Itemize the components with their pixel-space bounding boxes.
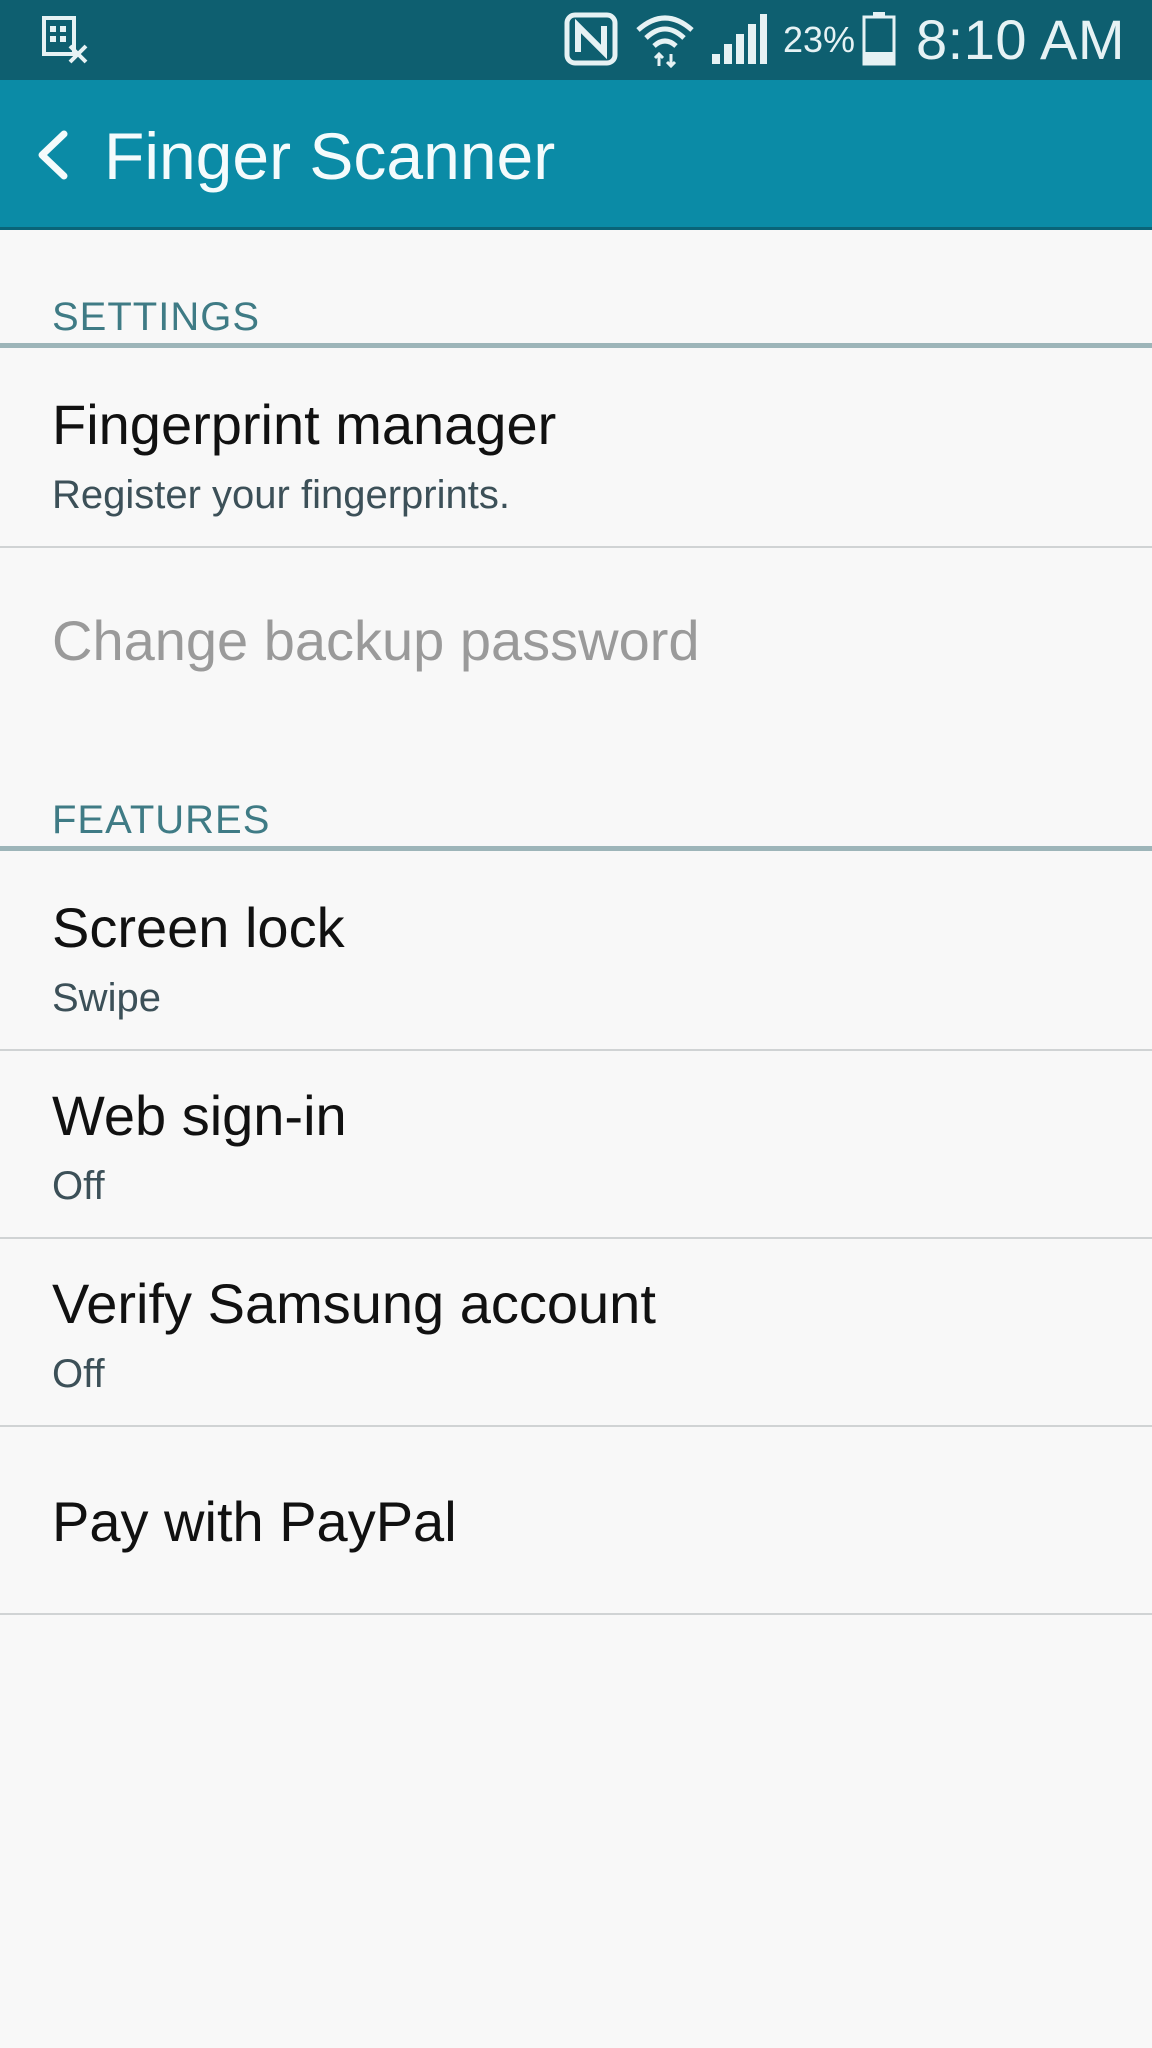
clock: 8:10 AM [916, 8, 1125, 71]
section-label: FEATURES [52, 798, 271, 842]
battery-icon [862, 12, 896, 66]
battery-percentage: 23% [783, 19, 856, 60]
section-header-settings: SETTINGS [0, 292, 1152, 348]
list-item-change-backup-password[interactable]: Change backup password [0, 548, 1152, 724]
list-item-title: Web sign-in [52, 1084, 347, 1147]
signal-icon [712, 14, 767, 64]
app-bar: Finger Scanner [0, 80, 1152, 230]
page-title: Finger Scanner [104, 119, 556, 193]
list-item-subtitle: Off [52, 1164, 105, 1208]
section-header-features: FEATURES [0, 795, 1152, 851]
nfc-icon [564, 12, 618, 66]
status-bar: 23% 8:10 AM [0, 0, 1152, 80]
section-divider [0, 343, 1152, 348]
list-item-title: Verify Samsung account [52, 1272, 656, 1335]
chevron-left-icon [38, 130, 68, 180]
list-item-fingerprint-manager[interactable]: Fingerprint manager Register your finger… [0, 358, 1152, 548]
list-item-verify-samsung-account[interactable]: Verify Samsung account Off [0, 1239, 1152, 1427]
section-label: SETTINGS [52, 295, 261, 339]
screenshot-notification-icon [42, 16, 88, 64]
list-item-pay-with-paypal[interactable]: Pay with PayPal [0, 1427, 1152, 1615]
list-item-screen-lock[interactable]: Screen lock Swipe [0, 861, 1152, 1051]
list-item-web-sign-in[interactable]: Web sign-in Off [0, 1051, 1152, 1239]
list-item-title: Screen lock [52, 896, 345, 959]
back-button[interactable] [18, 120, 88, 190]
list-item-title: Fingerprint manager [52, 393, 557, 456]
list-item-subtitle: Swipe [52, 976, 161, 1020]
section-divider [0, 846, 1152, 851]
list-item-subtitle: Off [52, 1352, 105, 1396]
list-item-subtitle: Register your fingerprints. [52, 473, 510, 517]
wifi-icon [636, 15, 694, 68]
list-item-title: Pay with PayPal [52, 1490, 457, 1553]
list-item-title: Change backup password [52, 609, 700, 672]
